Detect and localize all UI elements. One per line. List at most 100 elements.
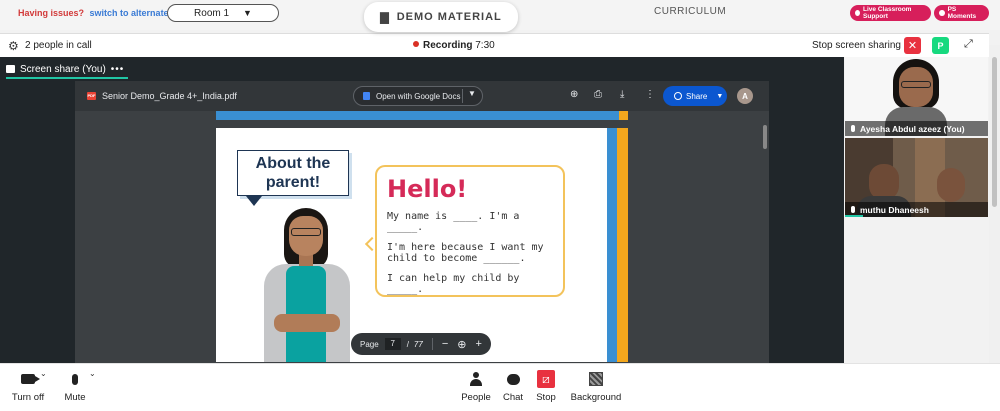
page-blue-stripe	[607, 128, 617, 362]
issues-label: Having issues?	[18, 8, 85, 18]
participant-tile[interactable]: muthu Dhaneesh	[845, 138, 988, 217]
chat-label: Chat	[502, 392, 524, 403]
room-select[interactable]: Room 1 ▼	[167, 4, 279, 22]
microphone-icon	[72, 373, 78, 385]
background-button[interactable]: Background	[569, 370, 623, 403]
screen-share-label: Screen share (You)	[20, 63, 106, 75]
screen-share-stage: Screen share (You) ••• PDF Senior Demo_G…	[0, 57, 844, 363]
background-icon	[589, 372, 603, 386]
stop-share-icon: ⧄	[537, 370, 555, 388]
expand-icon[interactable]: ⤢	[964, 38, 973, 51]
demo-material-tab[interactable]: ▇ DEMO MATERIAL	[364, 2, 518, 32]
microphone-icon	[851, 125, 855, 132]
hello-heading: Hello!	[387, 175, 468, 203]
participant-tile[interactable]: Ayesha Abdul azeez (You)	[845, 57, 988, 136]
live-support-button[interactable]: Live Classroom Support	[850, 5, 931, 21]
folder-icon: ▇	[380, 11, 390, 24]
call-header: ⚙ 2 people in call Recording 7:30 Stop s…	[0, 33, 989, 57]
p-avatar-button[interactable]: P	[932, 37, 949, 54]
close-icon[interactable]: ✕	[904, 37, 921, 54]
more-vert-icon[interactable]: ⋮	[645, 89, 655, 100]
caret-down-icon: ▼	[716, 92, 724, 100]
curriculum-tab[interactable]: CURRICULUM	[654, 6, 726, 17]
speech-tail	[246, 196, 262, 206]
camera-label: Turn off	[11, 392, 45, 403]
bubble-line-2: I'm here because I want my child to beco…	[387, 242, 544, 264]
page-orange-stripe	[617, 128, 628, 362]
background-label: Background	[570, 392, 622, 403]
about-line-2: parent!	[265, 174, 321, 191]
scrollbar-thumb[interactable]	[992, 57, 997, 207]
pdf-file-name: Senior Demo_Grade 4+_India.pdf	[102, 91, 237, 101]
recording-label: Recording	[423, 40, 473, 51]
more-options-icon[interactable]: •••	[111, 64, 125, 75]
ps-moments-button[interactable]: PS Moments	[934, 5, 989, 21]
add-to-drive-icon[interactable]: ⊕	[570, 89, 578, 100]
support-icon	[855, 10, 861, 16]
divider	[462, 89, 463, 103]
stop-share-button[interactable]: ⧄ Stop	[534, 370, 558, 403]
recording-time: 7:30	[475, 40, 495, 51]
pdf-toolbar: PDF Senior Demo_Grade 4+_India.pdf Open …	[75, 81, 769, 111]
page-scrollbar[interactable]	[989, 45, 1000, 363]
zoom-out-icon[interactable]: −	[442, 338, 448, 350]
chat-icon	[506, 373, 520, 385]
print-icon[interactable]: ⎙	[594, 89, 602, 100]
about-the-parent-heading: About the parent!	[237, 150, 349, 196]
hello-speech-bubble: Hello! My name is ____. I'm a _____. I'm…	[375, 165, 565, 297]
people-count: 2 people in call	[25, 40, 92, 51]
moments-icon	[939, 10, 945, 16]
open-with-google-docs-button[interactable]: Open with Google Docs ▼	[353, 86, 483, 106]
page-edge-stripe	[619, 111, 628, 120]
participant-name-bar: muthu Dhaneesh	[845, 202, 988, 217]
parent-illustration	[258, 208, 358, 362]
ps-moments-label: PS Moments	[947, 6, 977, 20]
page-number-input[interactable]: 7	[384, 338, 401, 350]
call-toolbar: Turn off ⌄ Mute ⌄ People Chat ⧄ Stop Bac…	[0, 363, 1000, 411]
open-with-label: Open with Google Docs	[376, 91, 461, 101]
gear-icon[interactable]: ⚙	[8, 39, 19, 53]
people-label: People	[461, 392, 491, 403]
add-icon[interactable]: +	[475, 338, 481, 350]
page-separator: /	[406, 339, 409, 349]
live-support-label: Live Classroom Support	[863, 6, 912, 20]
previous-page-edge	[216, 111, 628, 120]
page-controls: Page 7 / 77 − ⊕ +	[351, 333, 491, 355]
account-avatar[interactable]: A	[737, 88, 753, 104]
participant-name: muthu Dhaneesh	[860, 204, 929, 215]
pdf-icon: PDF	[87, 92, 96, 100]
people-button[interactable]: People	[459, 370, 493, 403]
video-person	[937, 168, 965, 202]
pdf-page: About the parent! Hello! My name is ____…	[216, 128, 628, 362]
participant-panel: Ayesha Abdul azeez (You) muthu Dhaneesh	[844, 57, 989, 363]
bubble-line-1: My name is ____. I'm a _____.	[387, 211, 520, 233]
mute-button[interactable]: Mute	[62, 370, 88, 403]
caret-down-icon[interactable]: ▼	[468, 89, 476, 98]
share-label: Share	[686, 91, 708, 101]
record-dot-icon	[413, 41, 419, 47]
face	[289, 216, 323, 256]
chevron-down-icon[interactable]: ⌄	[89, 369, 96, 378]
participant-name-bar: Ayesha Abdul azeez (You)	[845, 121, 988, 136]
pdf-scrollbar[interactable]	[763, 125, 767, 149]
chevron-down-icon[interactable]: ⌄	[40, 369, 47, 378]
microphone-icon	[851, 206, 855, 213]
pdf-viewer: PDF Senior Demo_Grade 4+_India.pdf Open …	[75, 81, 769, 363]
mute-label: Mute	[64, 392, 86, 403]
screen-share-tab[interactable]: Screen share (You) •••	[6, 61, 129, 79]
chat-button[interactable]: Chat	[500, 370, 526, 403]
zoom-in-icon[interactable]: ⊕	[457, 338, 466, 351]
glasses	[291, 228, 321, 236]
globe-icon	[674, 92, 682, 100]
pdf-share-button[interactable]: Share ▼	[663, 86, 727, 106]
wall-poster	[955, 61, 985, 91]
camera-icon	[21, 374, 40, 384]
screen-share-icon	[6, 65, 15, 73]
download-icon[interactable]: ⤓	[620, 89, 624, 100]
divider	[431, 338, 433, 350]
speaking-indicator	[845, 215, 863, 217]
doc-icon	[363, 92, 370, 100]
crossed-arms	[274, 314, 340, 332]
top-bar: Having issues? switch to alternate room …	[0, 0, 1000, 32]
video-person	[869, 164, 899, 200]
